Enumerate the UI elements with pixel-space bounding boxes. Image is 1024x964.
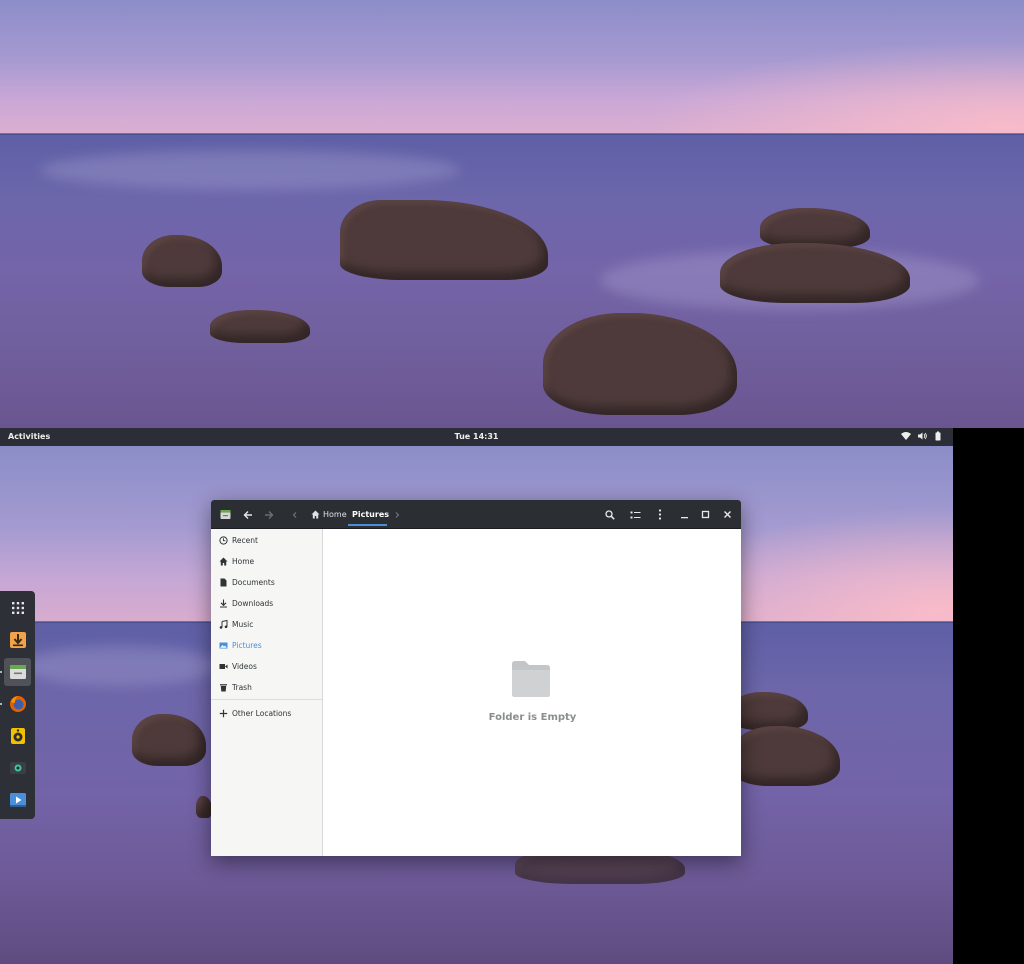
dock-video-player[interactable] (4, 786, 31, 814)
close-icon (723, 511, 731, 518)
sidebar-item-recent[interactable]: Recent (211, 530, 322, 550)
gnome-top-bar: Activities Tue 14:31 (0, 428, 953, 446)
show-applications-button[interactable] (4, 594, 31, 622)
sidebar-item-trash[interactable]: Trash (211, 677, 322, 697)
dock-camera[interactable] (4, 754, 31, 782)
files-app-icon (220, 510, 230, 519)
wallpaper-mist (20, 646, 220, 686)
running-indicator (0, 703, 2, 705)
empty-folder-message: Folder is Empty (488, 712, 577, 723)
files-window: Home Pictures Recent Home Documents Down… (211, 500, 741, 856)
dock-files[interactable] (4, 658, 31, 686)
dash-dock (0, 591, 35, 819)
rhythmbox-icon (10, 728, 25, 744)
menu-button[interactable] (649, 500, 671, 529)
sidebar-item-label: Downloads (232, 598, 274, 608)
view-toggle-button[interactable] (624, 500, 646, 529)
files-app-icon (9, 665, 26, 679)
folder-icon (512, 661, 550, 697)
path-active-underline (348, 524, 387, 526)
video-player-icon (9, 793, 26, 807)
sidebar-separator (211, 699, 322, 700)
wallpaper-rock (196, 796, 212, 818)
dock-downloader[interactable] (4, 626, 31, 654)
maximize-button[interactable] (694, 500, 716, 529)
downloader-app-icon (9, 632, 26, 648)
path-button-home[interactable]: Home (311, 500, 347, 529)
running-indicator (0, 671, 2, 673)
search-button[interactable] (599, 500, 621, 529)
battery-icon[interactable] (933, 431, 943, 441)
sidebar-item-label: Trash (232, 682, 252, 692)
maximize-icon (701, 510, 709, 519)
minimize-button[interactable] (673, 500, 695, 529)
dock-firefox[interactable] (4, 690, 31, 718)
volume-icon[interactable] (917, 431, 927, 441)
dock-rhythmbox[interactable] (4, 722, 31, 750)
sidebar-item-music[interactable]: Music (211, 614, 322, 634)
sidebar-item-home[interactable]: Home (211, 551, 322, 571)
list-view-icon (630, 511, 640, 518)
chevron-right-icon (395, 511, 400, 518)
forward-button[interactable] (258, 500, 280, 529)
download-icon (220, 599, 227, 607)
system-tray[interactable] (901, 431, 943, 441)
headerbar: Home Pictures (211, 500, 741, 529)
sidebar-item-label: Videos (232, 661, 257, 671)
sidebar-item-label: Other Locations (232, 708, 292, 718)
show-apps-icon (11, 602, 24, 614)
close-button[interactable] (716, 500, 738, 529)
file-view[interactable]: Folder is Empty (324, 529, 741, 856)
search-icon (605, 509, 615, 520)
document-icon (220, 578, 227, 586)
arrow-right-icon (265, 510, 274, 519)
chevron-left-icon (292, 511, 297, 518)
places-sidebar: Recent Home Documents Downloads Music Pi… (211, 529, 323, 856)
clock-icon (219, 535, 228, 545)
path-scroll-right-button[interactable] (387, 500, 407, 529)
image-icon (219, 642, 228, 648)
clock[interactable]: Tue 14:31 (0, 432, 953, 441)
kebab-menu-icon (658, 509, 662, 520)
path-label-pictures: Pictures (352, 510, 389, 519)
music-icon (219, 619, 228, 629)
sidebar-item-pictures[interactable]: Pictures (211, 635, 322, 655)
sidebar-item-downloads[interactable]: Downloads (211, 593, 322, 613)
app-menu-button[interactable] (214, 500, 236, 529)
wallpaper-horizon (0, 133, 1024, 135)
home-icon (219, 557, 228, 565)
home-icon (311, 510, 320, 519)
video-icon (219, 663, 228, 669)
firefox-icon (9, 696, 26, 712)
path-label-home: Home (323, 510, 347, 519)
sidebar-item-documents[interactable]: Documents (211, 572, 322, 592)
sidebar-item-label: Music (232, 619, 254, 629)
back-button[interactable] (237, 500, 259, 529)
sidebar-item-label: Pictures (232, 640, 262, 650)
path-scroll-left-button[interactable] (285, 500, 305, 529)
sidebar-item-label: Home (232, 556, 255, 566)
arrow-left-icon (243, 510, 252, 519)
wallpaper-sky (0, 0, 1024, 134)
sidebar-item-label: Recent (232, 535, 258, 545)
wallpaper-mist (40, 150, 460, 190)
desktop-wallpaper-top (0, 0, 1024, 428)
sidebar-item-other-locations[interactable]: Other Locations (211, 703, 322, 723)
screen-edge-black (953, 428, 1024, 964)
plus-icon (219, 709, 228, 717)
sidebar-item-label: Documents (232, 577, 275, 587)
camera-app-icon (9, 762, 26, 774)
trash-icon (220, 683, 227, 691)
minimize-icon (680, 517, 688, 519)
wifi-icon[interactable] (901, 431, 911, 441)
sidebar-item-videos[interactable]: Videos (211, 656, 322, 676)
